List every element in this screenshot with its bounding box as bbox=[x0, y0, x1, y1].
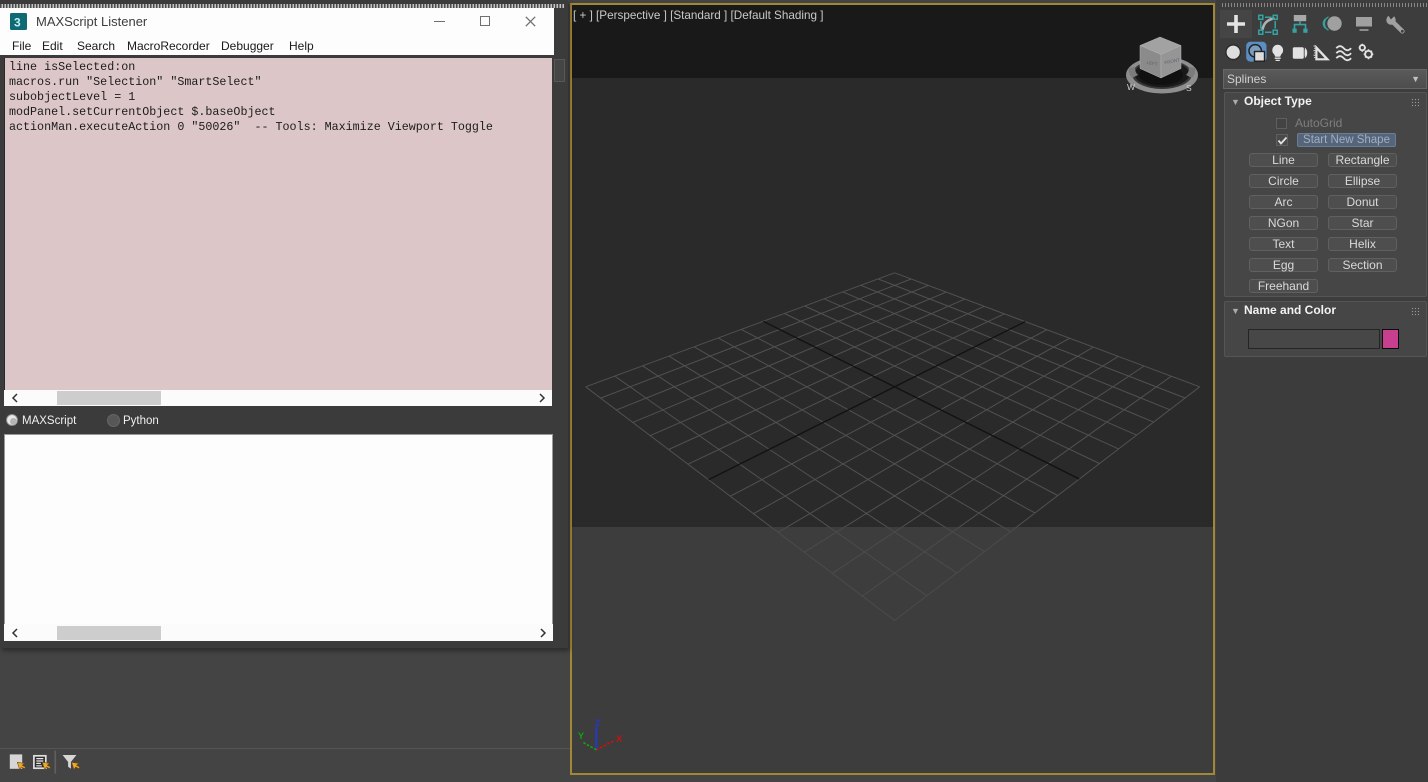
svg-text:Z: Z bbox=[595, 718, 601, 728]
svg-text:W: W bbox=[1127, 82, 1135, 92]
svg-text:X: X bbox=[616, 734, 622, 744]
svg-text:Y: Y bbox=[578, 731, 584, 741]
svg-text:S: S bbox=[1186, 83, 1192, 93]
svg-text:3: 3 bbox=[14, 15, 21, 29]
